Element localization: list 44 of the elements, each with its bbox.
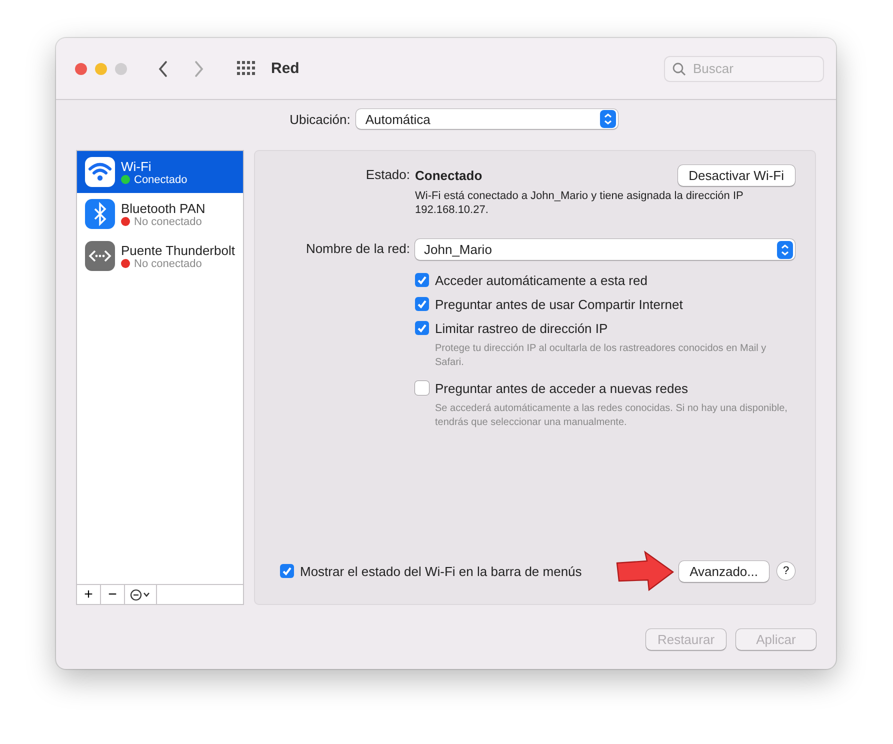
location-label: Ubicación: (290, 112, 350, 126)
service-item[interactable]: Wi-Fi Conectado (77, 151, 243, 193)
service-status: Conectado (134, 174, 188, 186)
option-label: Preguntar antes de acceder a nuevas redes (435, 380, 688, 396)
service-status: No conectado (134, 258, 202, 270)
checkbox[interactable] (415, 321, 429, 335)
bluetooth-icon (85, 199, 115, 229)
status-label: Estado: (364, 166, 411, 184)
turn-off-button[interactable]: Desactivar Wi-Fi (678, 164, 795, 186)
network-label: Nombre de la red: (304, 240, 411, 258)
option-label: Preguntar antes de usar Compartir Internet (435, 296, 683, 312)
option-label: Mostrar el estado del Wi-Fi en la barra de menús (300, 564, 582, 578)
checkbox[interactable] (415, 297, 429, 311)
checkbox[interactable] (280, 564, 294, 578)
window-title: Red (271, 60, 300, 77)
service-name: Bluetooth PAN (121, 200, 206, 216)
grid-icon[interactable] (237, 60, 255, 76)
checkbox[interactable] (415, 273, 429, 287)
service-name: Puente Thunderbolt (121, 242, 235, 258)
arrow-icon (614, 550, 675, 592)
connector-icon (85, 241, 115, 271)
advanced-button[interactable]: Avanzado... (678, 560, 769, 582)
status-value: Conectado (415, 168, 482, 182)
network-dropdown[interactable]: John_Mario (415, 239, 795, 260)
search-field[interactable]: Buscar (664, 56, 824, 82)
option-note: Protege tu dirección IP al ocultarla de los rastreadores conocidos en Mail y Safari. (435, 342, 768, 370)
location-dropdown[interactable]: Automática (356, 109, 618, 129)
dropdown-icon (600, 110, 616, 128)
option-note: Se accederá automáticamente a las redes conocidas. Si no hay una disponible, tendrás que seleccionar una manualmente. (435, 402, 788, 430)
service-item[interactable]: Puente Thunderbolt No conectado (77, 235, 243, 277)
forward-icon[interactable] (193, 60, 205, 78)
dropdown-icon (777, 240, 793, 258)
option-label: Acceder automáticamente a esta red (435, 272, 648, 288)
service-status: No conectado (134, 216, 202, 228)
back-icon[interactable] (157, 60, 169, 78)
more-icon (130, 588, 152, 600)
close-icon[interactable] (75, 62, 87, 74)
service-item[interactable]: Bluetooth PAN No conectado (77, 193, 243, 235)
checkbox[interactable] (415, 381, 429, 395)
option-label: Limitar rastreo de dirección IP (435, 320, 608, 336)
help-button[interactable]: ? (777, 562, 795, 580)
status-description: Wi-Fi está conectado a John_Mario y tiene asignada la dirección IP 192.168.10.27. (415, 189, 744, 217)
wifi-icon (85, 157, 115, 187)
service-name: Wi-Fi (121, 158, 152, 174)
